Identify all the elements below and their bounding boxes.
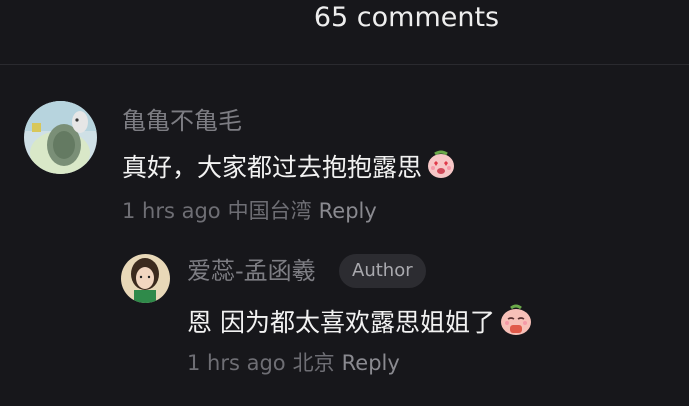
- reply-time: 1 hrs ago: [187, 351, 286, 375]
- comment-text: 真好，大家都过去抱抱露思: [122, 149, 456, 186]
- header-divider: [0, 64, 689, 65]
- avatar[interactable]: [121, 254, 170, 303]
- girl-photo-avatar-icon: [121, 254, 170, 303]
- reply-text: 恩 因为都太喜欢露思姐姐了: [187, 302, 533, 343]
- comments-count-title: 65 comments: [313, 2, 500, 33]
- reply-username[interactable]: 爱蕊-孟函羲: [187, 257, 316, 285]
- comment-meta: 1 hrs ago 中国台湾 Reply: [122, 198, 384, 224]
- comment-username[interactable]: 亀亀不亀毛: [122, 107, 242, 135]
- reply-body: 恩 因为都太喜欢露思姐姐了: [187, 307, 495, 337]
- reply-button[interactable]: Reply: [342, 351, 400, 375]
- reply-meta: 1 hrs ago 北京 Reply: [187, 350, 407, 376]
- comment-time: 1 hrs ago: [122, 199, 221, 223]
- bowing-peach-icon: [499, 302, 533, 343]
- comments-panel: 65 comments 亀亀不亀毛 真好，大家都过去抱抱露思 1 hrs ago…: [0, 0, 689, 406]
- heart-eyes-peach-icon: [426, 149, 456, 186]
- turtle-plush-avatar-icon: [24, 101, 97, 174]
- reply-button[interactable]: Reply: [319, 199, 377, 223]
- avatar[interactable]: [24, 101, 97, 174]
- comment-body: 真好，大家都过去抱抱露思: [122, 152, 423, 182]
- author-badge: Author: [339, 254, 426, 288]
- reply-location: 北京: [292, 351, 335, 375]
- comment-location: 中国台湾: [227, 199, 312, 223]
